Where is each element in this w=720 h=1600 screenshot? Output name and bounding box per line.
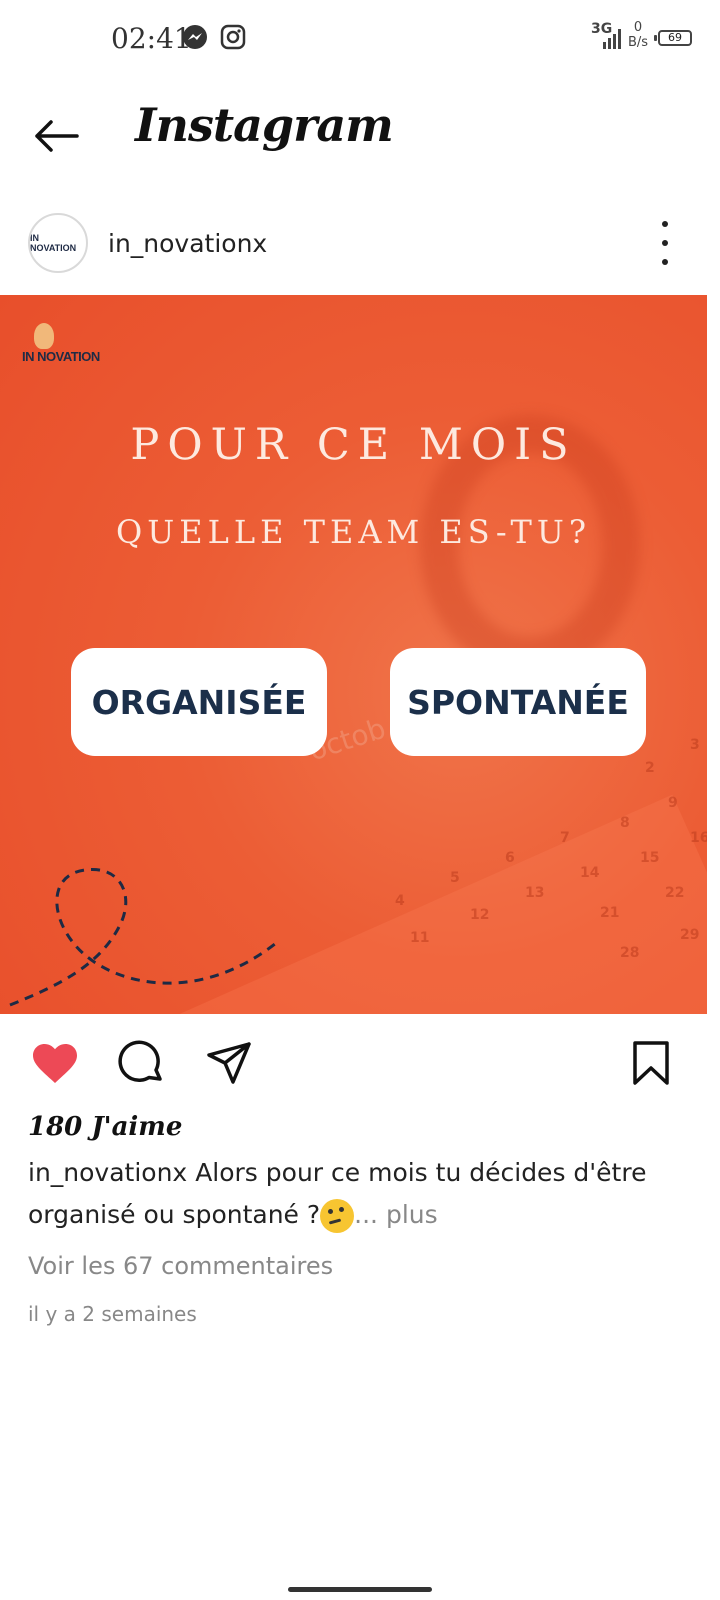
signal-icon xyxy=(602,26,624,50)
calendar-number: 21 xyxy=(600,905,620,921)
comment-icon xyxy=(118,1040,162,1083)
choice-spontanee: SPONTANÉE xyxy=(390,648,646,756)
home-indicator[interactable] xyxy=(288,1587,432,1592)
calendar-number: 14 xyxy=(580,865,600,881)
post-image[interactable]: octob 3 2 9 16 8 15 22 7 14 21 29 6 13 2… xyxy=(0,295,707,1014)
status-time: 02:41 xyxy=(111,22,192,55)
calendar-number: 3 xyxy=(690,737,700,753)
caption-username[interactable]: in_novationx xyxy=(28,1158,187,1187)
post-caption: in_novationx Alors pour ce mois tu décid… xyxy=(28,1152,688,1236)
calendar-number: 29 xyxy=(680,927,700,943)
network-speed: 0 B/s xyxy=(628,20,648,50)
likes-count[interactable]: 180 J'aime xyxy=(28,1112,182,1142)
calendar-number: 13 xyxy=(525,885,545,901)
like-button[interactable] xyxy=(29,1037,81,1089)
status-bar: 02:41 3G 0 B/s 69 xyxy=(0,0,720,80)
app-header: Instagram xyxy=(0,80,720,190)
calendar-number: 5 xyxy=(450,870,460,886)
more-options-button[interactable] xyxy=(650,221,680,265)
avatar-brand-text: IN NOVATION xyxy=(30,233,77,253)
network-speed-unit: B/s xyxy=(628,35,649,50)
network-speed-value: 0 xyxy=(633,20,643,35)
send-icon xyxy=(207,1042,251,1084)
thinking-face-icon xyxy=(320,1199,355,1233)
calendar-number: 15 xyxy=(640,850,660,866)
calendar-number: 4 xyxy=(395,893,405,909)
battery-icon: 69 xyxy=(654,30,692,46)
brand-logo: IN NOVATION xyxy=(22,323,132,375)
share-button[interactable] xyxy=(203,1037,255,1089)
back-button[interactable] xyxy=(28,108,84,164)
dot-icon xyxy=(662,221,668,227)
headline-primary: POUR CE MOIS xyxy=(130,420,577,470)
dashed-ribbon-icon xyxy=(9,867,281,1007)
app-title: Instagram xyxy=(135,98,394,152)
post-header: IN NOVATION in_novationx xyxy=(0,205,720,285)
post-timestamp: il y a 2 semaines xyxy=(28,1302,197,1326)
calendar-number: 6 xyxy=(505,850,515,866)
comment-button[interactable] xyxy=(116,1037,168,1089)
headline-secondary: QUELLE TEAM ES-TU? xyxy=(116,513,591,551)
calendar-number: 8 xyxy=(620,815,630,831)
post-username[interactable]: in_novationx xyxy=(108,229,267,258)
bookmark-icon xyxy=(633,1041,669,1085)
choice-organisee: ORGANISÉE xyxy=(71,648,327,756)
calendar-number: 12 xyxy=(470,907,490,923)
dot-icon xyxy=(662,259,668,265)
dot-icon xyxy=(662,240,668,246)
calendar-number: 9 xyxy=(668,795,678,811)
caption-more-link[interactable]: ... plus xyxy=(354,1200,437,1229)
calendar-number: 28 xyxy=(620,945,640,961)
brand-logo-text: IN NOVATION xyxy=(22,349,100,364)
calendar-number: 22 xyxy=(665,885,685,901)
post-actions xyxy=(0,1027,720,1097)
calendar-number: 16 xyxy=(690,830,707,846)
calendar-number: 11 xyxy=(410,930,430,946)
view-comments-link[interactable]: Voir les 67 commentaires xyxy=(28,1252,333,1280)
instagram-icon xyxy=(220,24,246,54)
lightbulb-icon xyxy=(34,323,54,349)
arrow-left-icon xyxy=(35,120,79,152)
heart-filled-icon xyxy=(33,1044,77,1083)
messenger-icon xyxy=(182,24,208,54)
calendar-number: 7 xyxy=(560,830,570,846)
save-button[interactable] xyxy=(625,1037,677,1089)
calendar-number: 2 xyxy=(645,760,655,776)
avatar[interactable]: IN NOVATION xyxy=(28,213,88,273)
